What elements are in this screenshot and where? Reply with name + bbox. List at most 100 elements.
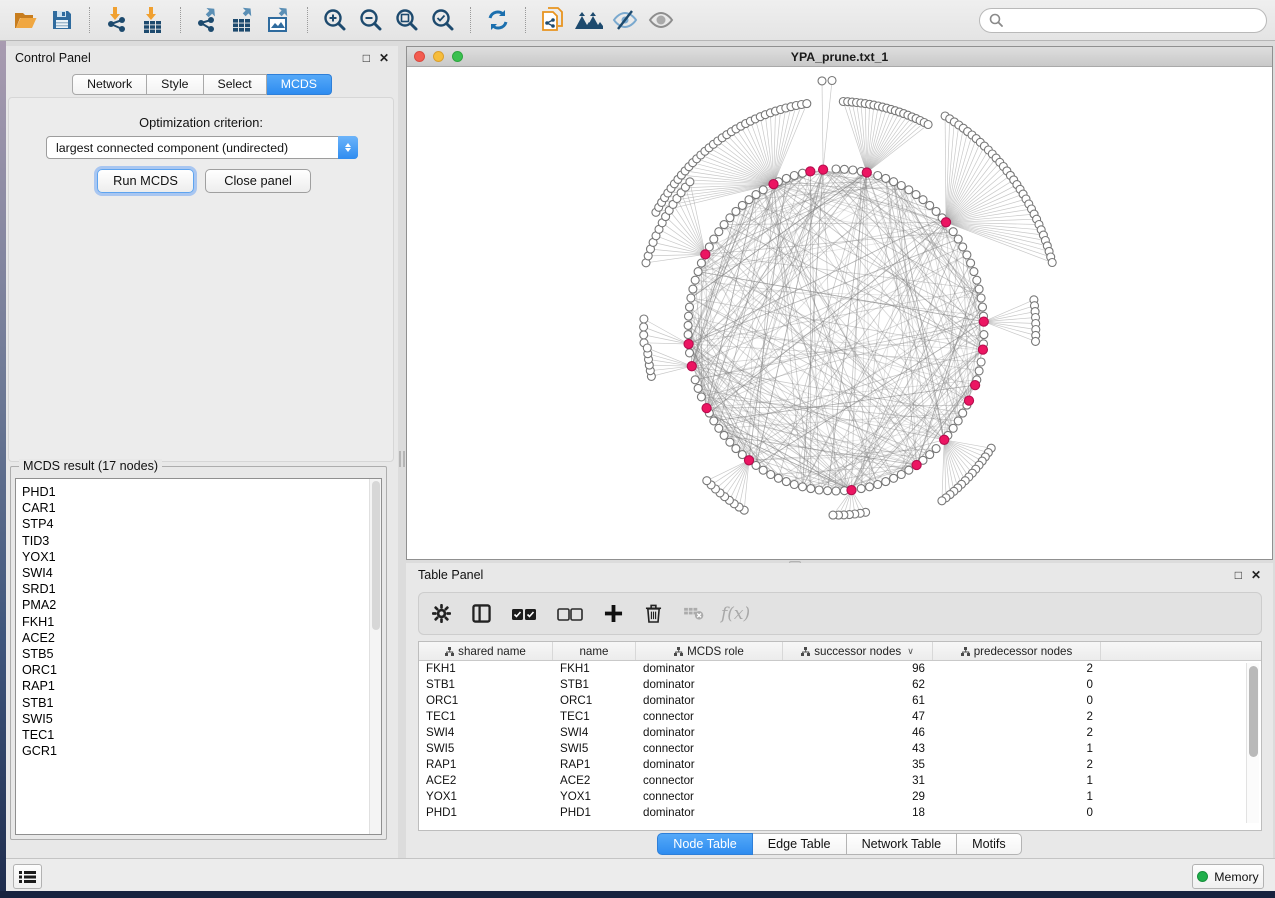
vertical-split-grip[interactable] bbox=[399, 451, 405, 467]
table-cell[interactable]: connector bbox=[636, 709, 783, 725]
save-session-icon[interactable] bbox=[47, 5, 77, 35]
show-columns-icon[interactable] bbox=[469, 602, 493, 626]
tab-network-table[interactable]: Network Table bbox=[847, 833, 958, 855]
mcds-result-item[interactable]: GCR1 bbox=[22, 743, 381, 759]
mcds-result-item[interactable]: SWI4 bbox=[22, 565, 381, 581]
vertical-split-divider[interactable] bbox=[398, 46, 406, 858]
mcds-result-item[interactable]: CAR1 bbox=[22, 500, 381, 516]
table-cell[interactable]: 2 bbox=[933, 661, 1101, 677]
table-cell[interactable]: 0 bbox=[933, 693, 1101, 709]
table-cell[interactable]: 29 bbox=[783, 789, 933, 805]
table-cell[interactable]: YOX1 bbox=[553, 789, 636, 805]
mcds-result-item[interactable]: STB5 bbox=[22, 646, 381, 662]
mcds-result-item[interactable]: YOX1 bbox=[22, 549, 381, 565]
delete-column-icon[interactable] bbox=[641, 602, 665, 626]
table-cell[interactable]: PHD1 bbox=[553, 805, 636, 821]
table-options-gear-icon[interactable] bbox=[429, 602, 453, 626]
table-cell[interactable]: 96 bbox=[783, 661, 933, 677]
table-cell[interactable]: 2 bbox=[933, 757, 1101, 773]
table-cell[interactable]: 0 bbox=[933, 805, 1101, 821]
column-header-MCDS-role[interactable]: MCDS role bbox=[636, 642, 783, 660]
close-panel-icon[interactable]: ✕ bbox=[379, 51, 389, 65]
export-network-icon[interactable] bbox=[193, 5, 223, 35]
table-cell[interactable]: connector bbox=[636, 773, 783, 789]
export-image-icon[interactable] bbox=[265, 5, 295, 35]
optimization-criterion-dropdown[interactable]: largest connected component (undirected) bbox=[46, 136, 358, 159]
mcds-result-item[interactable]: TEC1 bbox=[22, 727, 381, 743]
mcds-list-scrollbar[interactable] bbox=[369, 479, 381, 834]
clone-network-icon[interactable] bbox=[538, 5, 568, 35]
mcds-result-item[interactable]: ORC1 bbox=[22, 662, 381, 678]
mcds-result-item[interactable]: SWI5 bbox=[22, 711, 381, 727]
table-cell[interactable]: dominator bbox=[636, 725, 783, 741]
zoom-selected-icon[interactable] bbox=[428, 5, 458, 35]
run-mcds-button[interactable]: Run MCDS bbox=[97, 169, 194, 193]
close-panel-button[interactable]: Close panel bbox=[205, 169, 311, 193]
table-cell[interactable]: 2 bbox=[933, 709, 1101, 725]
mcds-result-item[interactable]: STP4 bbox=[22, 516, 381, 532]
table-cell[interactable]: ACE2 bbox=[419, 773, 553, 789]
table-cell[interactable]: ORC1 bbox=[553, 693, 636, 709]
mcds-list-scrollbar-thumb[interactable] bbox=[372, 481, 380, 630]
mcds-result-item[interactable]: FKH1 bbox=[22, 614, 381, 630]
zoom-out-icon[interactable] bbox=[356, 5, 386, 35]
table-cell[interactable]: dominator bbox=[636, 693, 783, 709]
column-header-name[interactable]: name bbox=[553, 642, 636, 660]
close-table-panel-icon[interactable]: ✕ bbox=[1251, 568, 1261, 582]
table-cell[interactable]: FKH1 bbox=[553, 661, 636, 677]
tab-mcds[interactable]: MCDS bbox=[267, 74, 332, 95]
tab-style[interactable]: Style bbox=[147, 74, 203, 95]
show-details-icon[interactable] bbox=[646, 5, 676, 35]
table-cell[interactable]: 18 bbox=[783, 805, 933, 821]
export-table-icon[interactable] bbox=[229, 5, 259, 35]
mcds-result-list[interactable]: PHD1CAR1STP4TID3YOX1SWI4SRD1PMA2FKH1ACE2… bbox=[15, 478, 382, 835]
table-cell[interactable]: SWI5 bbox=[553, 741, 636, 757]
deselect-all-icon[interactable] bbox=[555, 602, 585, 626]
search-box[interactable] bbox=[979, 8, 1267, 33]
mcds-result-item[interactable]: SRD1 bbox=[22, 581, 381, 597]
table-cell[interactable]: dominator bbox=[636, 677, 783, 693]
table-cell[interactable]: FKH1 bbox=[419, 661, 553, 677]
table-scrollbar[interactable] bbox=[1246, 663, 1259, 823]
table-cell[interactable]: TEC1 bbox=[553, 709, 636, 725]
mcds-result-item[interactable]: TID3 bbox=[22, 533, 381, 549]
table-cell[interactable]: dominator bbox=[636, 805, 783, 821]
import-table-icon[interactable] bbox=[138, 5, 168, 35]
table-cell[interactable]: STB1 bbox=[553, 677, 636, 693]
mcds-result-item[interactable]: ACE2 bbox=[22, 630, 381, 646]
import-network-icon[interactable] bbox=[102, 5, 132, 35]
memory-button[interactable]: Memory bbox=[1192, 864, 1264, 889]
float-panel-icon[interactable]: □ bbox=[363, 51, 370, 65]
select-all-icon[interactable] bbox=[509, 602, 539, 626]
mcds-result-item[interactable]: PHD1 bbox=[22, 484, 381, 500]
table-cell[interactable]: 46 bbox=[783, 725, 933, 741]
mcds-result-item[interactable]: STB1 bbox=[22, 695, 381, 711]
delete-table-icon[interactable] bbox=[681, 602, 705, 626]
table-cell[interactable]: RAP1 bbox=[553, 757, 636, 773]
table-cell[interactable]: 1 bbox=[933, 789, 1101, 805]
table-cell[interactable]: connector bbox=[636, 741, 783, 757]
table-cell[interactable]: dominator bbox=[636, 757, 783, 773]
table-cell[interactable]: RAP1 bbox=[419, 757, 553, 773]
column-header-successor-nodes[interactable]: successor nodes∨ bbox=[783, 642, 933, 660]
column-header-predecessor-nodes[interactable]: predecessor nodes bbox=[933, 642, 1101, 660]
float-table-panel-icon[interactable]: □ bbox=[1235, 568, 1242, 582]
network-canvas[interactable] bbox=[407, 67, 1272, 559]
tab-select[interactable]: Select bbox=[204, 74, 267, 95]
table-cell[interactable]: ORC1 bbox=[419, 693, 553, 709]
mcds-result-item[interactable]: PMA2 bbox=[22, 597, 381, 613]
tab-network[interactable]: Network bbox=[72, 74, 147, 95]
table-cell[interactable]: SWI4 bbox=[553, 725, 636, 741]
zoom-fit-icon[interactable] bbox=[392, 5, 422, 35]
table-cell[interactable]: YOX1 bbox=[419, 789, 553, 805]
table-cell[interactable]: 1 bbox=[933, 741, 1101, 757]
tab-node-table[interactable]: Node Table bbox=[657, 833, 753, 855]
column-header-shared-name[interactable]: shared name bbox=[419, 642, 553, 660]
table-scrollbar-thumb[interactable] bbox=[1249, 666, 1258, 757]
table-cell[interactable]: dominator bbox=[636, 661, 783, 677]
tab-edge-table[interactable]: Edge Table bbox=[753, 833, 847, 855]
table-cell[interactable]: 61 bbox=[783, 693, 933, 709]
search-input[interactable] bbox=[1009, 13, 1257, 27]
table-cell[interactable]: 31 bbox=[783, 773, 933, 789]
table-cell[interactable]: connector bbox=[636, 789, 783, 805]
